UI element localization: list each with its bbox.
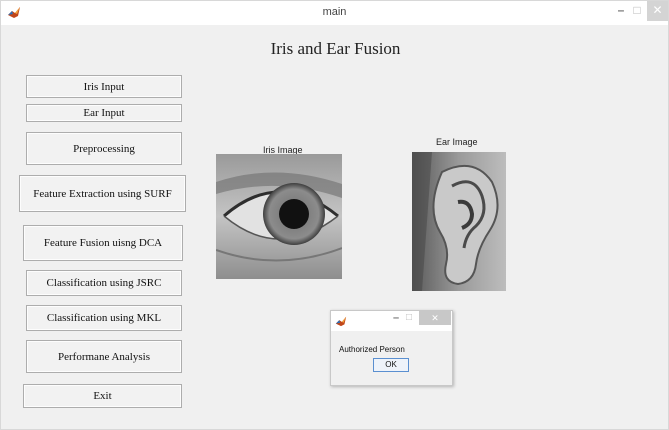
page-title: Iris and Ear Fusion (270, 39, 401, 58)
dialog-title-bar: – □ ✕ (331, 311, 452, 331)
message-dialog: – □ ✕ Authorized Person OK (330, 310, 453, 386)
dialog-maximize-button[interactable]: □ (406, 312, 412, 323)
minimize-button[interactable]: – (613, 1, 629, 21)
feature-fusion-button[interactable]: Feature Fusion uisng DCA (23, 225, 183, 261)
ear-input-button[interactable]: Ear Input (26, 104, 182, 122)
main-window: main – □ ✕ Iris and Ear Fusion Iris Inpu… (0, 0, 669, 430)
preprocessing-button[interactable]: Preprocessing (26, 132, 182, 165)
dialog-close-button[interactable]: ✕ (419, 311, 451, 325)
close-button[interactable]: ✕ (647, 1, 668, 21)
classification-mkl-button[interactable]: Classification using MKL (26, 305, 182, 331)
iris-input-button[interactable]: Iris Input (26, 75, 182, 98)
dialog-message: Authorized Person (339, 345, 405, 354)
feature-extraction-button[interactable]: Feature Extraction using SURF (19, 175, 186, 212)
window-title: main (322, 6, 347, 18)
maximize-button[interactable]: □ (629, 1, 645, 21)
title-bar: main – □ ✕ (1, 1, 668, 25)
ok-button[interactable]: OK (373, 358, 409, 372)
exit-button[interactable]: Exit (23, 384, 182, 408)
dialog-minimize-button[interactable]: – (393, 312, 399, 324)
iris-image (216, 154, 342, 279)
classification-jsrc-button[interactable]: Classification using JSRC (26, 270, 182, 296)
matlab-logo-icon (335, 316, 347, 327)
performance-analysis-button[interactable]: Performane Analysis (26, 340, 182, 373)
ear-image (412, 152, 506, 291)
ear-image-label: Ear Image (436, 137, 478, 147)
